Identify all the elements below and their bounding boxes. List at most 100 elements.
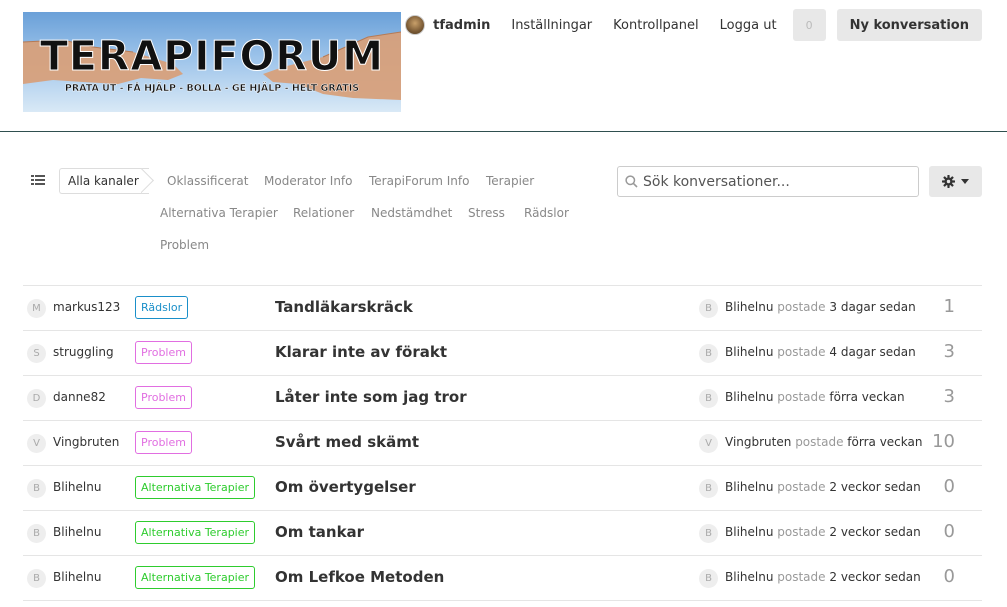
last-poster-name[interactable]: Blihelnu [725, 525, 773, 539]
last-post-info: Blihelnu postade 3 dagar sedan [725, 300, 916, 314]
reply-count: 3 [943, 341, 955, 362]
conversation-title[interactable]: Klarar inte av förakt [275, 343, 447, 361]
logo-graphic: TERAPIFORUM PRATA UT - FÅ HJÄLP - BOLLA … [23, 32, 401, 100]
last-post-time[interactable]: 2 veckor sedan [829, 570, 920, 584]
all-channels-tab[interactable]: Alla kanaler [59, 168, 149, 194]
last-post-time[interactable]: 2 veckor sedan [829, 480, 920, 494]
author-avatar[interactable]: S [27, 344, 46, 363]
channel-terapiforum-info[interactable]: TerapiForum Info [369, 174, 469, 188]
author-avatar[interactable]: B [27, 569, 46, 588]
last-poster-name[interactable]: Blihelnu [725, 480, 773, 494]
channel-relationer[interactable]: Relationer [293, 206, 354, 220]
channel-nedstamdhet[interactable]: Nedstämdhet [371, 206, 452, 220]
reply-count: 0 [943, 521, 955, 542]
last-post-info: Blihelnu postade 2 veckor sedan [725, 525, 921, 539]
search-input[interactable] [643, 173, 903, 190]
last-poster-name[interactable]: Blihelnu [725, 300, 773, 314]
author-avatar[interactable]: M [27, 299, 46, 318]
last-poster-avatar[interactable]: B [699, 344, 718, 363]
logo-tagline: PRATA UT - FÅ HJÄLP - BOLLA - GE HJÄLP -… [65, 83, 359, 94]
author-name[interactable]: Blihelnu [53, 525, 101, 539]
channel-terapier[interactable]: Terapier [486, 174, 534, 188]
conversation-row[interactable]: V Vingbruten Problem Svårt med skämt V V… [23, 421, 982, 466]
search-icon [625, 175, 638, 188]
reply-count: 10 [932, 431, 955, 452]
last-poster-avatar[interactable]: B [699, 299, 718, 318]
author-name[interactable]: danne82 [53, 390, 106, 404]
logout-link[interactable]: Logga ut [720, 18, 777, 33]
channel-stress[interactable]: Stress [468, 206, 505, 220]
conversation-row[interactable]: D danne82 Problem Låter inte som jag tro… [23, 376, 982, 421]
last-post-info: Blihelnu postade förra veckan [725, 390, 905, 404]
last-post-time[interactable]: 2 veckor sedan [829, 525, 920, 539]
header: TERAPIFORUM PRATA UT - FÅ HJÄLP - BOLLA … [0, 0, 1007, 132]
channel-moderator-info[interactable]: Moderator Info [264, 174, 353, 188]
channel-tag[interactable]: Problem [135, 431, 192, 454]
username[interactable]: tfadmin [433, 18, 490, 33]
conversation-title[interactable]: Tandläkarskräck [275, 298, 413, 316]
last-post-time[interactable]: 3 dagar sedan [829, 300, 915, 314]
last-post-time[interactable]: förra veckan [847, 435, 922, 449]
last-poster-avatar[interactable]: B [699, 569, 718, 588]
posted-label: postade [777, 570, 826, 584]
channel-alternativa-terapier[interactable]: Alternativa Terapier [160, 206, 278, 220]
conversation-row[interactable]: B Blihelnu Alternativa Terapier Om tanka… [23, 511, 982, 556]
last-poster-name[interactable]: Vingbruten [725, 435, 791, 449]
last-poster-avatar[interactable]: B [699, 479, 718, 498]
breadcrumb-arrow [141, 168, 155, 194]
author-name[interactable]: markus123 [53, 300, 120, 314]
last-poster-avatar[interactable]: V [699, 434, 718, 453]
settings-link[interactable]: Inställningar [511, 18, 592, 33]
new-conversation-button[interactable]: Ny konversation [836, 9, 982, 41]
channel-tag[interactable]: Problem [135, 341, 192, 364]
conversation-title[interactable]: Om tankar [275, 523, 364, 541]
author-avatar[interactable]: D [27, 389, 46, 408]
last-poster-name[interactable]: Blihelnu [725, 345, 773, 359]
last-post-info: Blihelnu postade 2 veckor sedan [725, 480, 921, 494]
last-post-time[interactable]: förra veckan [829, 390, 904, 404]
posted-label: postade [795, 435, 844, 449]
chevron-down-icon [961, 179, 969, 184]
last-post-time[interactable]: 4 dagar sedan [829, 345, 915, 359]
forum-logo[interactable]: TERAPIFORUM PRATA UT - FÅ HJÄLP - BOLLA … [23, 12, 401, 112]
conversation-title[interactable]: Svårt med skämt [275, 433, 419, 451]
channel-tag[interactable]: Problem [135, 386, 192, 409]
conversation-row[interactable]: B Blihelnu Alternativa Terapier Om Lefko… [23, 556, 982, 601]
last-poster-name[interactable]: Blihelnu [725, 570, 773, 584]
conversation-row[interactable]: B Blihelnu Alternativa Terapier Om övert… [23, 466, 982, 511]
channel-tag[interactable]: Alternativa Terapier [135, 566, 256, 589]
last-poster-avatar[interactable]: B [699, 524, 718, 543]
posted-label: postade [777, 525, 826, 539]
posted-label: postade [777, 300, 826, 314]
conversation-row[interactable]: M markus123 Rädslor Tandläkarskräck B Bl… [23, 286, 982, 331]
conversation-row[interactable]: S struggling Problem Klarar inte av föra… [23, 331, 982, 376]
settings-dropdown-button[interactable] [929, 166, 982, 197]
last-poster-name[interactable]: Blihelnu [725, 390, 773, 404]
list-icon[interactable] [31, 175, 45, 187]
search-box[interactable] [617, 166, 919, 197]
author-avatar[interactable]: B [27, 524, 46, 543]
author-avatar[interactable]: V [27, 434, 46, 453]
reply-count: 0 [943, 566, 955, 587]
channel-oklassificerat[interactable]: Oklassificerat [167, 174, 248, 188]
reply-count: 3 [943, 386, 955, 407]
last-post-info: Blihelnu postade 2 veckor sedan [725, 570, 921, 584]
last-poster-avatar[interactable]: B [699, 389, 718, 408]
channel-tag[interactable]: Alternativa Terapier [135, 476, 256, 499]
conversation-title[interactable]: Om Lefkoe Metoden [275, 568, 444, 586]
control-panel-link[interactable]: Kontrollpanel [613, 18, 698, 33]
author-name[interactable]: struggling [53, 345, 114, 359]
author-avatar[interactable]: B [27, 479, 46, 498]
channel-tag[interactable]: Alternativa Terapier [135, 521, 256, 544]
author-name[interactable]: Blihelnu [53, 480, 101, 494]
channel-radslor[interactable]: Rädslor [524, 206, 569, 220]
conversation-title[interactable]: Om övertygelser [275, 478, 416, 496]
author-name[interactable]: Vingbruten [53, 435, 119, 449]
user-avatar[interactable] [405, 15, 426, 35]
posted-label: postade [777, 345, 826, 359]
notifications-button[interactable]: 0 [792, 9, 826, 41]
conversation-title[interactable]: Låter inte som jag tror [275, 388, 467, 406]
channel-problem[interactable]: Problem [160, 238, 209, 252]
channel-tag[interactable]: Rädslor [135, 296, 189, 319]
author-name[interactable]: Blihelnu [53, 570, 101, 584]
